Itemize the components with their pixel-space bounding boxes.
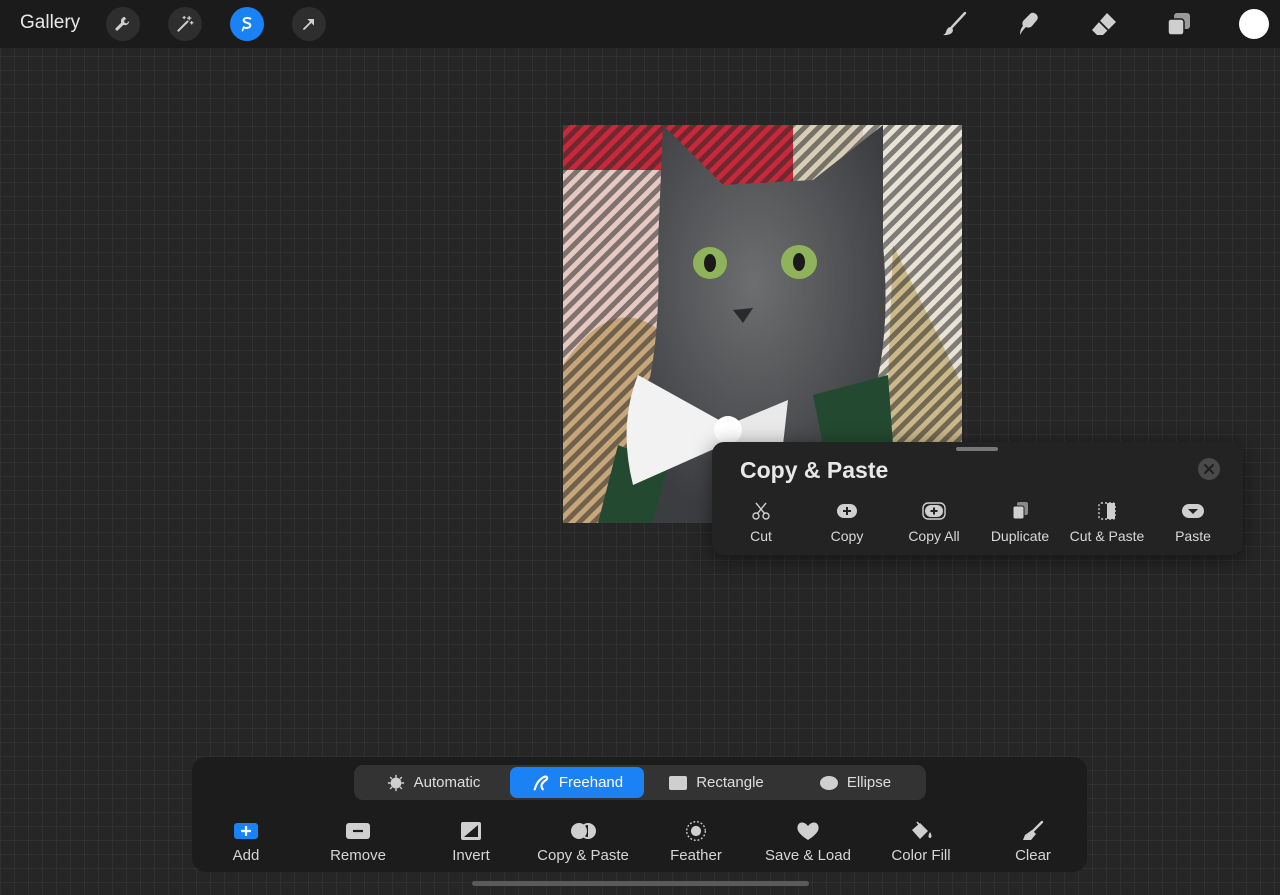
layers-icon[interactable] xyxy=(1163,8,1195,40)
save-load-icon xyxy=(794,819,822,843)
mode-rectangle[interactable]: Rectangle xyxy=(646,767,786,798)
copy-all-button[interactable]: Copy All xyxy=(889,500,979,544)
invert-button[interactable]: Invert xyxy=(416,819,526,864)
freehand-icon xyxy=(533,774,549,790)
color-fill-icon xyxy=(907,819,935,843)
paste-icon xyxy=(1180,500,1206,522)
clear-icon xyxy=(1019,819,1047,843)
scissors-icon xyxy=(748,500,774,522)
feather-button[interactable]: Feather xyxy=(641,819,751,864)
rectangle-icon xyxy=(669,775,688,790)
selection-mode-segmented-control: Automatic Freehand Rectangle Ellipse xyxy=(354,765,926,800)
remove-icon xyxy=(344,819,372,843)
selection-toolbar: Automatic Freehand Rectangle Ellipse Add… xyxy=(192,757,1087,872)
color-picker-swatch[interactable] xyxy=(1239,9,1269,39)
home-indicator[interactable] xyxy=(472,881,809,886)
cut-paste-icon xyxy=(1094,500,1120,522)
invert-icon xyxy=(457,819,485,843)
gallery-button[interactable]: Gallery xyxy=(20,12,80,34)
panel-grab-handle[interactable] xyxy=(956,447,998,451)
duplicate-icon xyxy=(1007,500,1033,522)
smudge-icon[interactable] xyxy=(1013,8,1045,40)
close-button[interactable] xyxy=(1198,458,1220,480)
arrow-icon[interactable] xyxy=(292,7,326,41)
copy-paste-button[interactable]: Copy & Paste xyxy=(528,819,638,864)
copy-paste-panel: Copy & Paste Cut Copy Copy All Duplicate… xyxy=(712,442,1243,555)
color-fill-button[interactable]: Color Fill xyxy=(866,819,976,864)
top-toolbar: Gallery xyxy=(0,0,1280,48)
automatic-icon xyxy=(387,774,404,791)
remove-button[interactable]: Remove xyxy=(303,819,413,864)
duplicate-button[interactable]: Duplicate xyxy=(975,500,1065,544)
panel-title: Copy & Paste xyxy=(740,457,889,483)
paste-button[interactable]: Paste xyxy=(1148,500,1238,544)
wrench-icon[interactable] xyxy=(106,7,140,41)
brush-icon[interactable] xyxy=(939,8,971,40)
add-icon xyxy=(232,819,260,843)
cut-paste-button[interactable]: Cut & Paste xyxy=(1062,500,1152,544)
ellipse-icon xyxy=(819,775,838,790)
copy-button[interactable]: Copy xyxy=(802,500,892,544)
cut-button[interactable]: Cut xyxy=(716,500,806,544)
close-icon xyxy=(1204,464,1214,474)
copy-paste-icon xyxy=(569,819,597,843)
selection-icon[interactable] xyxy=(230,7,264,41)
feather-icon xyxy=(682,819,710,843)
copy-all-icon xyxy=(921,500,947,522)
add-button[interactable]: Add xyxy=(191,819,301,864)
mode-automatic[interactable]: Automatic xyxy=(358,767,508,798)
save-load-button[interactable]: Save & Load xyxy=(753,819,863,864)
clear-button[interactable]: Clear xyxy=(978,819,1088,864)
mode-freehand[interactable]: Freehand xyxy=(510,767,644,798)
copy-icon xyxy=(834,500,860,522)
magic-wand-icon[interactable] xyxy=(168,7,202,41)
mode-ellipse[interactable]: Ellipse xyxy=(788,767,922,798)
eraser-icon[interactable] xyxy=(1088,8,1120,40)
